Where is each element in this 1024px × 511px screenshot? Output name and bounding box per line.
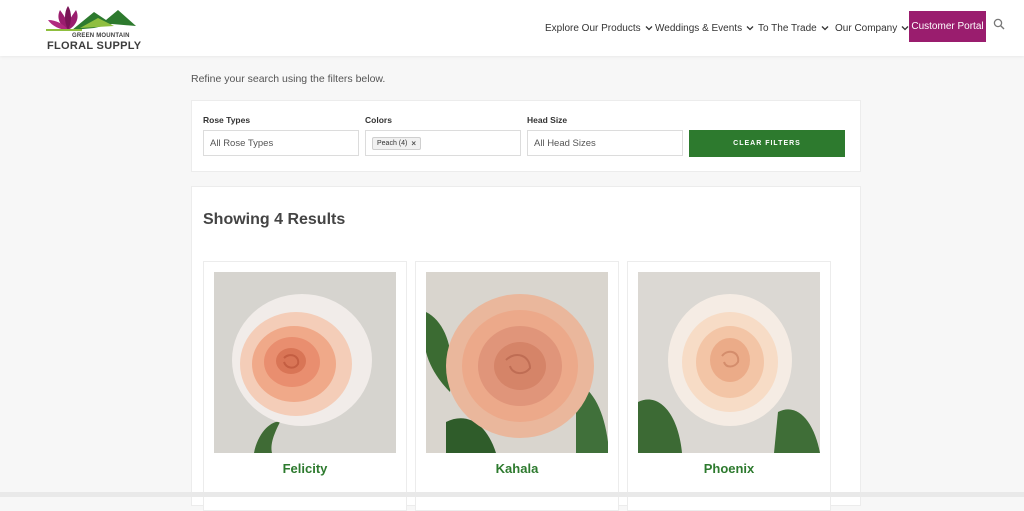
product-name[interactable]: Felicity	[204, 461, 406, 476]
search-icon[interactable]	[993, 18, 1005, 30]
nav-weddings-events[interactable]: Weddings & Events	[655, 23, 754, 34]
page-bottom-edge	[0, 492, 1024, 497]
clear-filters-button[interactable]: CLEAR FILTERS	[689, 130, 845, 157]
chevron-down-icon	[746, 26, 754, 31]
product-image[interactable]	[214, 272, 396, 453]
chip-remove-icon[interactable]: ×	[411, 139, 416, 148]
nav-item-label: Explore Our Products	[545, 22, 641, 34]
results-panel: Showing 4 Results Felicity Kahala Phoeni…	[191, 186, 861, 511]
site-logo[interactable]: GREEN MOUNTAIN FLORAL SUPPLY	[42, 4, 142, 52]
nav-item-label: To The Trade	[758, 22, 817, 34]
rose-image-icon	[638, 272, 820, 453]
head-size-label: Head Size	[527, 115, 568, 125]
product-card[interactable]: Kahala	[415, 261, 619, 511]
color-chip-peach: Peach (4) ×	[372, 136, 422, 150]
filter-intro-text: Refine your search using the filters bel…	[191, 73, 386, 85]
head-size-select[interactable]: All Head Sizes	[527, 130, 683, 156]
results-count-heading: Showing 4 Results	[203, 211, 346, 228]
brand-line2: FLORAL SUPPLY	[47, 40, 142, 52]
filters-panel: Rose Types All Rose Types Colors Peach (…	[191, 100, 861, 172]
colors-label: Colors	[365, 115, 392, 125]
nav-our-company[interactable]: Our Company	[835, 23, 909, 34]
chip-label: Peach (4)	[377, 139, 408, 147]
customer-portal-button[interactable]: Customer Portal	[909, 11, 986, 42]
nav-to-the-trade[interactable]: To The Trade	[758, 23, 829, 34]
chevron-down-icon	[645, 26, 653, 31]
rose-image-icon	[426, 272, 608, 453]
product-name[interactable]: Kahala	[416, 461, 618, 476]
colors-select[interactable]: Peach (4) ×	[365, 130, 521, 156]
rose-types-label: Rose Types	[203, 115, 251, 125]
product-image[interactable]	[426, 272, 608, 453]
product-card[interactable]: Phoenix	[627, 261, 831, 511]
chevron-down-icon	[821, 26, 829, 31]
site-header: GREEN MOUNTAIN FLORAL SUPPLY Explore Our…	[0, 0, 1024, 56]
nav-item-label: Our Company	[835, 22, 898, 34]
nav-explore-products[interactable]: Explore Our Products	[545, 23, 653, 34]
head-size-value: All Head Sizes	[534, 137, 596, 149]
product-card[interactable]: Felicity	[203, 261, 407, 511]
rose-types-value: All Rose Types	[210, 137, 274, 149]
brand-line1: GREEN MOUNTAIN	[72, 33, 130, 39]
product-image[interactable]	[638, 272, 820, 453]
product-name[interactable]: Phoenix	[628, 461, 830, 476]
rose-types-select[interactable]: All Rose Types	[203, 130, 359, 156]
rose-image-icon	[214, 272, 396, 453]
main-nav: Explore Our Products	[545, 0, 653, 56]
nav-item-label: Weddings & Events	[655, 22, 743, 34]
